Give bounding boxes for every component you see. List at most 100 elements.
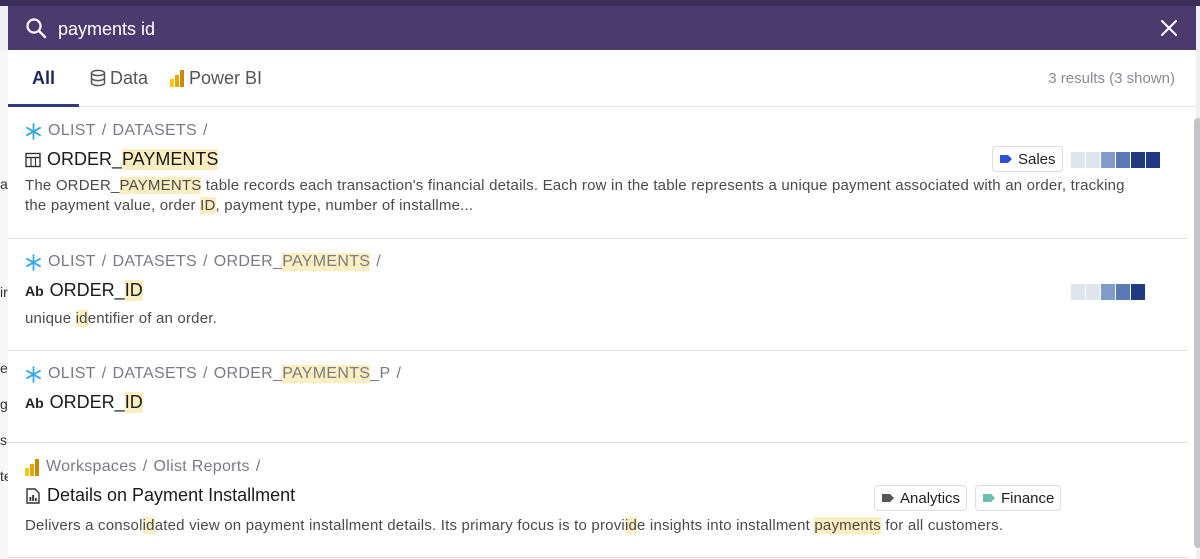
desc-text: Delivers a consol [25, 517, 143, 534]
breadcrumb-segment: OLIST [48, 365, 96, 382]
background-text: te [0, 468, 8, 484]
breadcrumb-separator: / [101, 253, 107, 270]
result-description: The ORDER_PAYMENTS table records each tr… [25, 176, 1135, 216]
popularity-segment [1101, 152, 1115, 168]
background-text: e [0, 360, 8, 376]
breadcrumb-segment: OLIST [48, 253, 96, 270]
background-text: g [0, 396, 8, 412]
snowflake-icon [26, 122, 41, 140]
breadcrumb-segment: Workspaces [46, 458, 137, 475]
match-highlight: PAYMENTS [282, 365, 371, 383]
tag-icon [1000, 155, 1012, 163]
breadcrumb-separator: / [101, 365, 107, 382]
breadcrumb-separator: / [142, 458, 148, 475]
tab-power-bi[interactable]: Power BI [170, 50, 262, 106]
tag-finance[interactable]: Finance [975, 485, 1062, 511]
tag-analytics[interactable]: Analytics [874, 485, 968, 511]
match-highlight: payments [814, 517, 882, 534]
search-bar [8, 6, 1196, 50]
breadcrumb-separator: / [202, 365, 208, 382]
tag-icon [983, 494, 995, 502]
result-title: ORDER_ PAYMENTS [25, 149, 219, 170]
match-highlight: ID [124, 280, 143, 301]
list-item[interactable]: OLIST / DATASETS / ORDER_ PAYMENTS / Ab O… [8, 239, 1188, 351]
list-item[interactable]: OLIST / DATASETS / ORDER_ PAYMENTS The OR… [8, 107, 1188, 239]
powerbi-icon [25, 458, 39, 476]
popularity-segment [1131, 152, 1145, 168]
background-text: s [0, 432, 7, 448]
breadcrumb-segment: _P [370, 365, 391, 382]
text-field-icon: Ab [25, 282, 44, 299]
popularity-segment [1116, 284, 1130, 300]
results-count: 3 results (3 shown) [1048, 69, 1175, 87]
list-item[interactable]: OLIST / DATASETS / ORDER_ PAYMENTS _P / Ab… [8, 351, 1188, 443]
tag-icon [882, 494, 894, 502]
match-highlight: id [75, 310, 88, 327]
tab-all[interactable]: All [8, 50, 79, 107]
tab-all-label: All [31, 67, 55, 88]
tab-data-label: Data [110, 67, 149, 88]
database-icon [90, 69, 106, 87]
breadcrumb: OLIST / DATASETS / ORDER_ PAYMENTS / [25, 253, 387, 271]
match-highlight: id [624, 517, 638, 534]
match-highlight: PAYMENTS [282, 253, 371, 271]
popularity-segment [1101, 284, 1115, 300]
tab-data[interactable]: Data [90, 50, 148, 106]
desc-text: entifier of an order. [87, 310, 217, 327]
close-icon[interactable] [1159, 18, 1179, 38]
title-text: Details on Payment Installment [47, 485, 296, 505]
breadcrumb-separator: / [202, 253, 208, 270]
breadcrumb-segment: DATASETS [112, 365, 197, 382]
breadcrumb: OLIST / DATASETS / ORDER_ PAYMENTS _P / [25, 365, 407, 383]
result-description: Delivers a consol idated view on payment … [25, 516, 1135, 536]
tag-sales[interactable]: Sales [992, 146, 1063, 172]
breadcrumb-segment: DATASETS [112, 253, 197, 270]
breadcrumb-segment: ORDER_ [213, 365, 283, 382]
desc-text: ated view on payment installment details… [154, 517, 625, 534]
background-text: ir [0, 284, 8, 300]
result-title: Ab ORDER_ ID [25, 280, 143, 301]
breadcrumb-separator: / [202, 122, 208, 139]
list-item[interactable]: Workspaces / Olist Reports / Details on … [8, 443, 1188, 558]
breadcrumb-separator: / [376, 253, 382, 270]
match-highlight: ID [200, 197, 216, 214]
breadcrumb-segment: OLIST [48, 122, 96, 139]
desc-text: unique [25, 310, 76, 327]
breadcrumb: OLIST / DATASETS / [25, 122, 214, 140]
breadcrumb-segment: ORDER_ [213, 253, 283, 270]
text-field-icon: Ab [25, 394, 44, 411]
popularity-segment [1071, 284, 1085, 300]
snowflake-icon [26, 365, 41, 383]
table-icon [25, 152, 41, 167]
match-highlight: PAYMENTS [122, 149, 219, 170]
tag-label: Sales [1018, 150, 1056, 168]
search-input[interactable] [56, 14, 1140, 44]
desc-text: The ORDER_ [25, 177, 120, 194]
popularity-segment [1071, 152, 1085, 168]
match-highlight: PAYMENTS [119, 177, 202, 194]
title-text: ORDER_ [47, 149, 123, 169]
desc-text: , payment type, number of installme... [215, 197, 474, 214]
match-highlight: ID [124, 392, 143, 413]
powerbi-icon [170, 69, 184, 87]
search-icon [26, 18, 47, 39]
tag-label: Finance [1001, 489, 1055, 507]
search-modal: All Data Power BI 3 results (3 shown) [8, 6, 1200, 559]
desc-text: e insights into installment [637, 517, 815, 534]
breadcrumb-separator: / [101, 122, 107, 139]
tag-label: Analytics [900, 489, 961, 507]
breadcrumb-separator: / [255, 458, 261, 475]
popularity-segment [1116, 152, 1130, 168]
report-icon [26, 487, 40, 504]
popularity-segment [1131, 284, 1145, 300]
breadcrumb-segment: Olist Reports [153, 458, 250, 475]
desc-text: for all customers. [881, 517, 1004, 534]
background-text: a [0, 176, 8, 192]
popularity-segment [1146, 152, 1160, 168]
scrollbar-thumb[interactable] [1194, 118, 1200, 548]
result-title: Ab ORDER_ ID [25, 392, 143, 413]
tab-bar: All Data Power BI 3 results (3 shown) [8, 50, 1196, 107]
popularity-segment [1086, 284, 1100, 300]
popularity-bar [1071, 284, 1145, 300]
popularity-bar [1071, 152, 1160, 168]
